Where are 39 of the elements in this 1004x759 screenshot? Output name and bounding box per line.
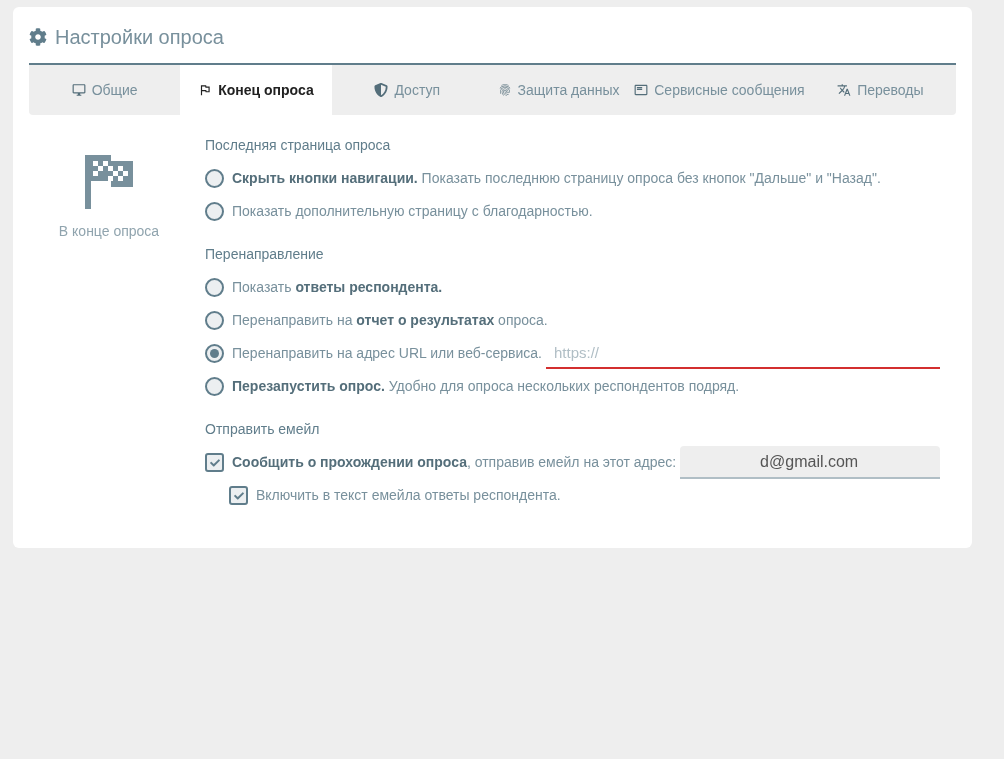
option-label: Скрыть кнопки навигации. Показать последнюю страницу опроса без кнопок "Дальше" и "Назад". bbox=[232, 169, 881, 188]
section-title: Последняя страница опроса bbox=[205, 136, 392, 155]
tab[interactable]: Общие bbox=[29, 65, 181, 115]
tab[interactable]: Сервисные сообщения bbox=[634, 65, 805, 115]
option-label: Перезапустить опрос. Удобно для опроса нескольких респондентов подряд. bbox=[232, 377, 740, 396]
url-field[interactable]: https:// bbox=[545, 338, 940, 369]
radio-button[interactable] bbox=[205, 169, 224, 188]
option-label: Показать дополнительную страницу с благодарностью. bbox=[232, 202, 593, 221]
option-label: Перенаправить на адрес URL или веб-сервиса. bbox=[232, 344, 542, 363]
option-label: Показать ответы респондента. bbox=[232, 278, 443, 297]
email-field[interactable]: d@gmail.com bbox=[680, 446, 940, 479]
monitor-icon bbox=[71, 83, 86, 97]
translate-icon bbox=[837, 83, 852, 97]
check-icon bbox=[233, 490, 244, 501]
section-title: Отправить емейл bbox=[205, 420, 321, 439]
checkbox[interactable] bbox=[229, 486, 248, 505]
radio-button[interactable] bbox=[205, 377, 224, 396]
checkered-flag-icon bbox=[85, 155, 133, 209]
option-label: Сообщить о прохождении опроса, отправив емейл на этот адрес: bbox=[232, 453, 677, 472]
message-icon bbox=[634, 83, 649, 97]
checkbox[interactable] bbox=[205, 453, 224, 472]
tab[interactable]: Доступ bbox=[331, 65, 483, 115]
option-label: Включить в текст емейла ответы респондента. bbox=[256, 486, 561, 505]
fingerprint-icon bbox=[497, 83, 512, 97]
check-icon bbox=[209, 457, 220, 468]
tab[interactable]: Конец опроса bbox=[180, 65, 332, 115]
option-label: Перенаправить на отчет о результатах опроса. bbox=[232, 311, 548, 330]
shield-icon bbox=[374, 83, 389, 97]
section-title: Перенаправление bbox=[205, 245, 325, 264]
tab[interactable]: Переводы bbox=[804, 65, 956, 115]
side-caption: В конце опроса bbox=[58, 222, 160, 241]
settings-icon bbox=[29, 28, 47, 46]
radio-button[interactable] bbox=[205, 344, 224, 363]
radio-button[interactable] bbox=[205, 278, 224, 297]
tab[interactable]: Защита данных bbox=[482, 65, 635, 115]
flag-icon bbox=[198, 83, 213, 97]
panel-title: Настройки опроса bbox=[55, 25, 224, 50]
radio-button[interactable] bbox=[205, 202, 224, 221]
radio-button[interactable] bbox=[205, 311, 224, 330]
